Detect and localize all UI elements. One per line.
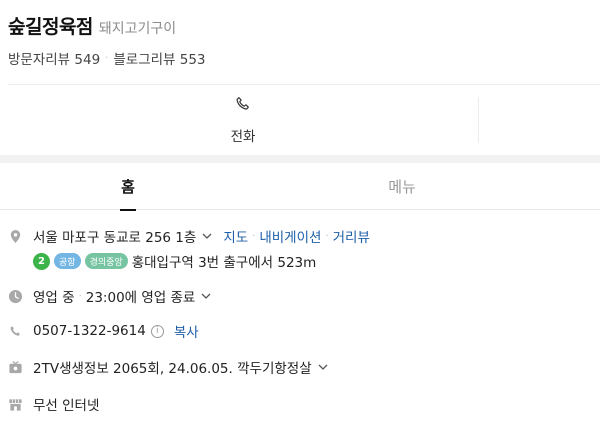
title-row: 숲길정육점 돼지고기구이 [8,12,600,42]
store-icon [8,397,23,412]
hours-row: 영업 중 · 23:00에 영업 종료 [8,285,600,307]
call-button[interactable]: 전화 [8,85,478,155]
tv-icon [8,360,23,375]
gyeongui-line-badge: 경의중앙 [84,253,128,269]
street-view-link[interactable]: 거리뷰 [333,226,370,246]
tv-info-text: 2TV생생정보 2065회, 24.06.05. 깍두기항정살 [33,361,312,377]
place-header: 숲길정육점 돼지고기구이 방문자리뷰 549 · 블로그리뷰 553 [8,12,600,68]
call-label: 전화 [230,129,256,145]
subway-row: 2 공항 경의중앙 홍대입구역 3번 출구에서 523m [33,250,316,272]
section-divider [0,155,600,163]
separator-dot: · [325,230,329,242]
chevron-down-icon[interactable] [317,361,329,373]
phone-icon [8,324,23,339]
visitor-reviews-link[interactable]: 방문자리뷰 549 [8,48,100,68]
address-text: 서울 마포구 동교로 256 1층 [33,230,197,246]
tab-bar: 홈 메뉴 [0,163,600,211]
facility-text: 무선 인터넷 [33,398,100,414]
airport-line-badge: 공항 [54,253,81,269]
phone-number: 0507-1322-9614 [33,323,146,339]
info-icon[interactable]: i [150,324,164,338]
blog-reviews-link[interactable]: 블로그리뷰 553 [113,48,205,68]
map-link[interactable]: 지도 [223,226,248,246]
tab-home[interactable]: 홈 [88,163,168,211]
address-row: 서울 마포구 동교로 256 1층 지도 · 내비게이션 · 거리뷰 [8,225,600,247]
phone-row: 0507-1322-9614 i 복사 [8,320,600,342]
copy-button[interactable]: 복사 [174,321,199,341]
subway-line-badge: 2 [33,252,50,270]
action-separator [478,97,479,143]
location-pin-icon [8,229,23,244]
separator-dot: · [252,230,256,242]
hours-detail: 23:00에 영업 종료 [85,290,196,306]
separator-dot: · [105,52,109,64]
facility-row: 무선 인터넷 [8,393,600,415]
place-name: 숲길정육점 [8,16,93,38]
phone-icon [234,95,252,117]
chevron-down-icon[interactable] [200,290,212,302]
chevron-down-icon[interactable] [201,230,213,242]
tab-menu[interactable]: 메뉴 [362,163,442,210]
place-category: 돼지고기구이 [98,21,177,37]
tv-row: 2TV생생정보 2065회, 24.06.05. 깍두기항정살 [8,356,600,378]
clock-icon [8,289,23,304]
hours-status: 영업 중 [33,290,75,306]
action-bar: 전화 [0,85,600,155]
separator-dot: · [78,290,82,302]
navigation-link[interactable]: 내비게이션 [259,226,321,246]
subway-directions: 홍대입구역 3번 출구에서 523m [131,255,317,271]
review-counts: 방문자리뷰 549 · 블로그리뷰 553 [8,48,600,68]
